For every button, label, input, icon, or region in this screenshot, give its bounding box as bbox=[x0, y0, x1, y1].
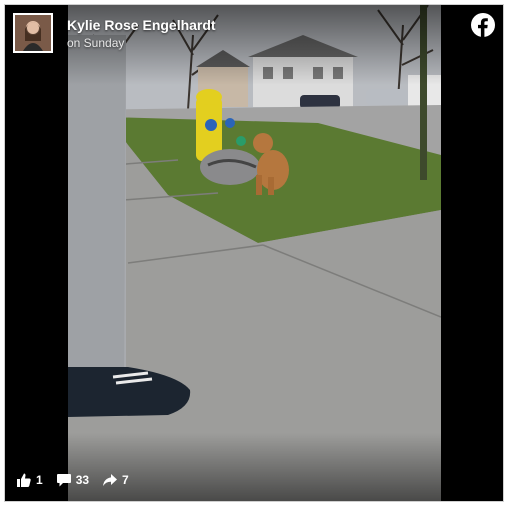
comment-icon bbox=[56, 474, 71, 487]
post-photo[interactable] bbox=[68, 5, 441, 501]
engagement-stats: 1 33 7 bbox=[17, 471, 143, 489]
avatar-image bbox=[15, 15, 51, 51]
facebook-icon[interactable] bbox=[471, 13, 495, 37]
photo-bottom-shade bbox=[68, 433, 441, 501]
comment-count[interactable]: 33 bbox=[56, 473, 90, 487]
facebook-logo-glyph bbox=[471, 13, 495, 37]
author-avatar[interactable] bbox=[13, 13, 53, 53]
like-count[interactable]: 1 bbox=[17, 473, 43, 487]
comment-count-value: 33 bbox=[75, 473, 90, 487]
post-timestamp[interactable]: on Sunday bbox=[67, 36, 124, 50]
author-name[interactable]: Kylie Rose Engelhardt bbox=[67, 17, 216, 33]
thumbs-up-icon bbox=[17, 473, 31, 487]
share-count-value: 7 bbox=[122, 473, 129, 487]
embedded-post: Kylie Rose Engelhardt on Sunday 1 33 7 bbox=[4, 4, 504, 502]
share-count[interactable]: 7 bbox=[103, 473, 129, 487]
like-count-value: 1 bbox=[36, 473, 43, 487]
share-arrow-icon bbox=[103, 474, 118, 486]
